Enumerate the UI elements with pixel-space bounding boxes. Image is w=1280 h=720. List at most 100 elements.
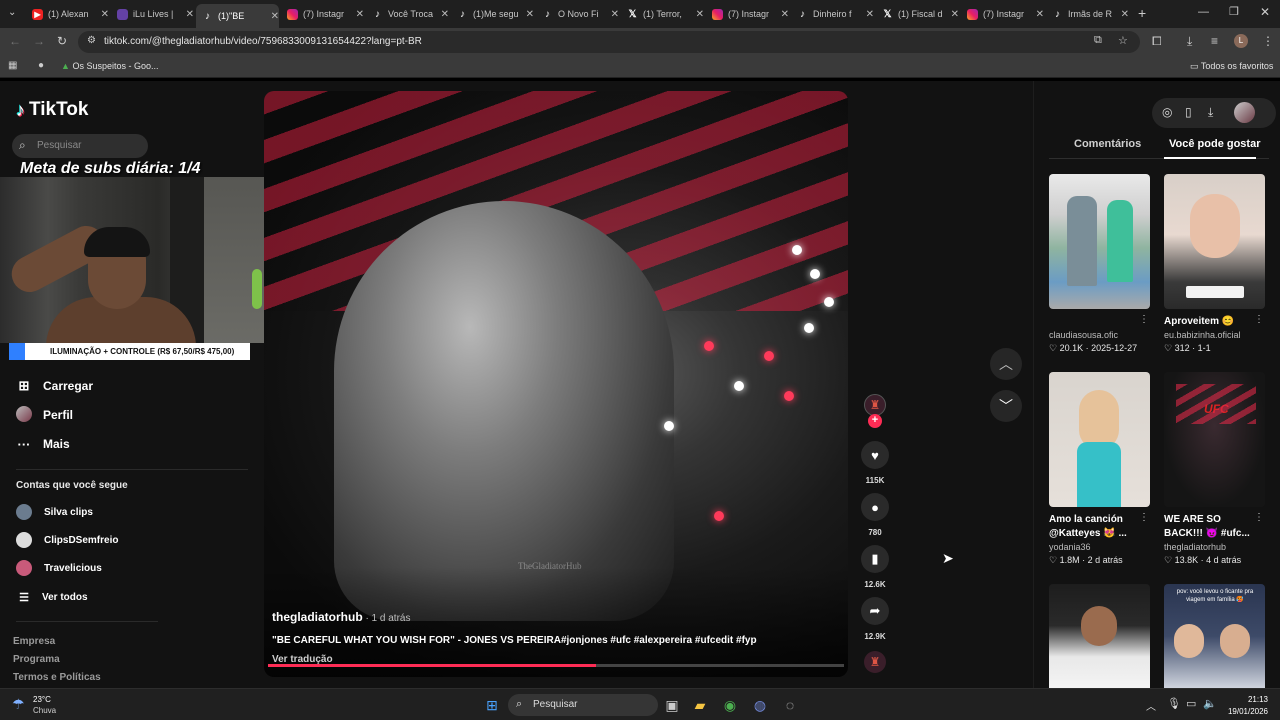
tab-close-icon[interactable]: ✕ [1121, 9, 1129, 20]
tab-close-icon[interactable]: ✕ [526, 9, 534, 20]
download-icon[interactable]: ⤓ [1208, 105, 1213, 120]
browser-tab[interactable]: ▶ (1) Alexan ✕ [26, 4, 109, 24]
following-item[interactable]: Travelicious [16, 559, 102, 577]
browser-tab[interactable]: ♪ Dinheiro f ✕ [791, 4, 874, 24]
browser-tab[interactable]: 𝕏 (1) Terror, ✕ [621, 4, 704, 24]
tab-close-icon[interactable]: ✕ [1036, 9, 1044, 20]
see-all-link[interactable]: ☰ Ver todos [16, 588, 88, 606]
forward-icon[interactable]: → [33, 34, 45, 48]
all-bookmarks[interactable]: ▭ Todos os favoritos [1190, 61, 1273, 72]
suggested-video-card[interactable] [1049, 584, 1151, 688]
tab-close-icon[interactable]: ✕ [441, 9, 449, 20]
phone-icon[interactable]: ▯ [1185, 105, 1192, 119]
video-progress-bar[interactable] [268, 664, 844, 667]
previous-video-button[interactable]: ︿ [990, 348, 1022, 380]
profile-avatar-icon[interactable]: L [1234, 34, 1248, 48]
reload-icon[interactable]: ↻ [57, 34, 67, 48]
task-view-icon[interactable]: ▣ [662, 695, 682, 715]
browser-tab[interactable]: ♪ O Novo Fi ✕ [536, 4, 619, 24]
tab-comments[interactable]: Comentários [1074, 138, 1141, 150]
browser-tab[interactable]: ♪ (1)Me segu ✕ [451, 4, 534, 24]
bookmark-os-suspeitos[interactable]: ▲ Os Suspeitos - Goo... [61, 61, 158, 71]
downloads-icon[interactable]: ⤓ [1187, 34, 1192, 49]
apps-grid-icon[interactable]: ▦ [8, 60, 17, 71]
footer-link-terms[interactable]: Termos e Políticas [13, 669, 101, 687]
menu-kebab-icon[interactable]: ⋮ [1262, 34, 1274, 48]
browser-tab[interactable]: ♪ Irmãs de R ✕ [1046, 4, 1129, 24]
video-author[interactable]: thegladiatorhub · 1 d atrás [272, 610, 410, 624]
compass-icon[interactable]: ◎ [1162, 105, 1172, 119]
start-windows-icon[interactable]: ⊞ [482, 695, 502, 715]
more-options-icon[interactable]: ⋮ [1139, 512, 1149, 523]
following-item[interactable]: ClipsDSemfreio [16, 531, 118, 549]
comment-button[interactable]: ● 780 [860, 493, 890, 537]
file-explorer-icon[interactable]: ▰ [690, 695, 710, 715]
weather-rain-icon[interactable]: ☂ [12, 696, 25, 713]
close-window-icon[interactable]: ✕ [1260, 5, 1270, 19]
tab-close-icon[interactable]: ✕ [186, 9, 194, 20]
tab-close-icon[interactable]: ✕ [271, 11, 279, 22]
suggested-video-card[interactable]: pov: você levou o ficante pra viagem em … [1164, 584, 1266, 688]
system-clock[interactable]: 21:13 19/01/2026 [1228, 694, 1268, 718]
tab-suggested[interactable]: Você pode gostar [1169, 138, 1260, 150]
more-options-icon[interactable]: ⋮ [1254, 314, 1264, 325]
app-icon[interactable]: ◌ [780, 695, 800, 715]
footer-link-program[interactable]: Programa [13, 651, 101, 669]
restore-icon[interactable]: ❐ [1229, 5, 1239, 18]
video-player[interactable]: TheGladiatorHub thegladiatorhub · 1 d at… [264, 91, 848, 677]
nav-more[interactable]: ··· Mais [16, 434, 70, 454]
minimize-icon[interactable]: — [1198, 6, 1209, 18]
url-text[interactable]: tiktok.com/@thegladiatorhub/video/759683… [104, 36, 422, 47]
follow-plus-button[interactable]: + [868, 414, 882, 428]
suggested-video-card[interactable]: ⋮ Aproveitem 😊 eu.babizinha.oficial ♡ 31… [1164, 174, 1266, 354]
browser-tab[interactable]: iLu Lives | ✕ [111, 4, 194, 24]
footer-link-company[interactable]: Empresa [13, 633, 101, 651]
more-options-icon[interactable]: ⋮ [1254, 512, 1264, 523]
more-options-icon[interactable]: ⋮ [1139, 314, 1149, 325]
suggested-video-card[interactable]: ⋮ claudiasousa.ofic ♡ 20.1K · 2025-12-27 [1049, 174, 1151, 354]
tab-close-icon[interactable]: ✕ [696, 9, 704, 20]
like-button[interactable]: ♥ 115K [860, 441, 890, 485]
address-bar[interactable]: ⚙ tiktok.com/@thegladiatorhub/video/7596… [78, 31, 1140, 53]
nav-upload[interactable]: ⊞ Carregar [16, 376, 93, 396]
save-button[interactable]: ▮ 12.6K [860, 545, 890, 589]
tab-close-icon[interactable]: ✕ [611, 9, 619, 20]
browser-tab[interactable]: ♪ (1)"BE ✕ [196, 4, 279, 28]
chevron-up-icon[interactable]: ︿ [1146, 698, 1156, 713]
tab-close-icon[interactable]: ✕ [356, 9, 364, 20]
user-avatar[interactable] [1234, 102, 1255, 123]
tab-close-icon[interactable]: ✕ [781, 9, 789, 20]
following-item[interactable]: Silva clips [16, 503, 93, 521]
suggested-video-card[interactable]: UFC ⋮ WE ARE SO BACK!!! 😈 #ufc... thegla… [1164, 372, 1266, 566]
tab-close-icon[interactable]: ✕ [101, 9, 109, 20]
tab-close-icon[interactable]: ✕ [866, 9, 874, 20]
browser-tab[interactable]: 𝕏 (1) Fiscal d ✕ [876, 4, 959, 24]
media-control-icon[interactable]: ≡ [1211, 34, 1218, 48]
suggested-video-card[interactable]: ⋮ Amo la canción @Katteyes 😻 ... yodania… [1049, 372, 1151, 566]
browser-tab[interactable]: (7) Instagr ✕ [706, 4, 789, 24]
next-video-button[interactable]: ﹀ [990, 390, 1022, 422]
bookmark-star-icon[interactable]: ☆ [1118, 34, 1128, 47]
back-icon[interactable]: ← [9, 34, 21, 48]
discord-icon[interactable]: ◍ [750, 695, 770, 715]
browser-tab[interactable]: ♪ Você Troca ✕ [366, 4, 449, 24]
browser-tab[interactable]: (7) Instagr ✕ [961, 4, 1044, 24]
tab-close-icon[interactable]: ✕ [951, 9, 959, 20]
music-disc-icon[interactable]: ♜ [864, 651, 886, 673]
weather-temp[interactable]: 23°C [33, 695, 51, 704]
extensions-icon[interactable]: ⧠ [1152, 34, 1162, 49]
weather-desc[interactable]: Chuva [33, 706, 56, 715]
tiktok-logo[interactable]: ♪ TikTok [16, 99, 88, 121]
nav-profile[interactable]: Perfil [16, 405, 73, 425]
taskbar-search[interactable]: ⌕ Pesquisar [508, 694, 658, 716]
chrome-icon[interactable]: ◉ [720, 695, 740, 715]
microphone-icon[interactable]: 🎙 [1167, 697, 1181, 710]
network-icon[interactable]: ▭ [1186, 697, 1196, 710]
new-tab-button[interactable]: + [1138, 5, 1146, 21]
tab-search-icon[interactable]: ⌄ [8, 7, 16, 18]
site-info-icon[interactable]: ⚙ [87, 35, 96, 46]
search-input[interactable]: ⌕ Pesquisar [12, 134, 148, 158]
volume-icon[interactable]: 🔈 [1203, 697, 1217, 710]
share-button[interactable]: ➦ 12.9K [860, 597, 890, 641]
install-app-icon[interactable]: ⧉ [1094, 34, 1102, 47]
